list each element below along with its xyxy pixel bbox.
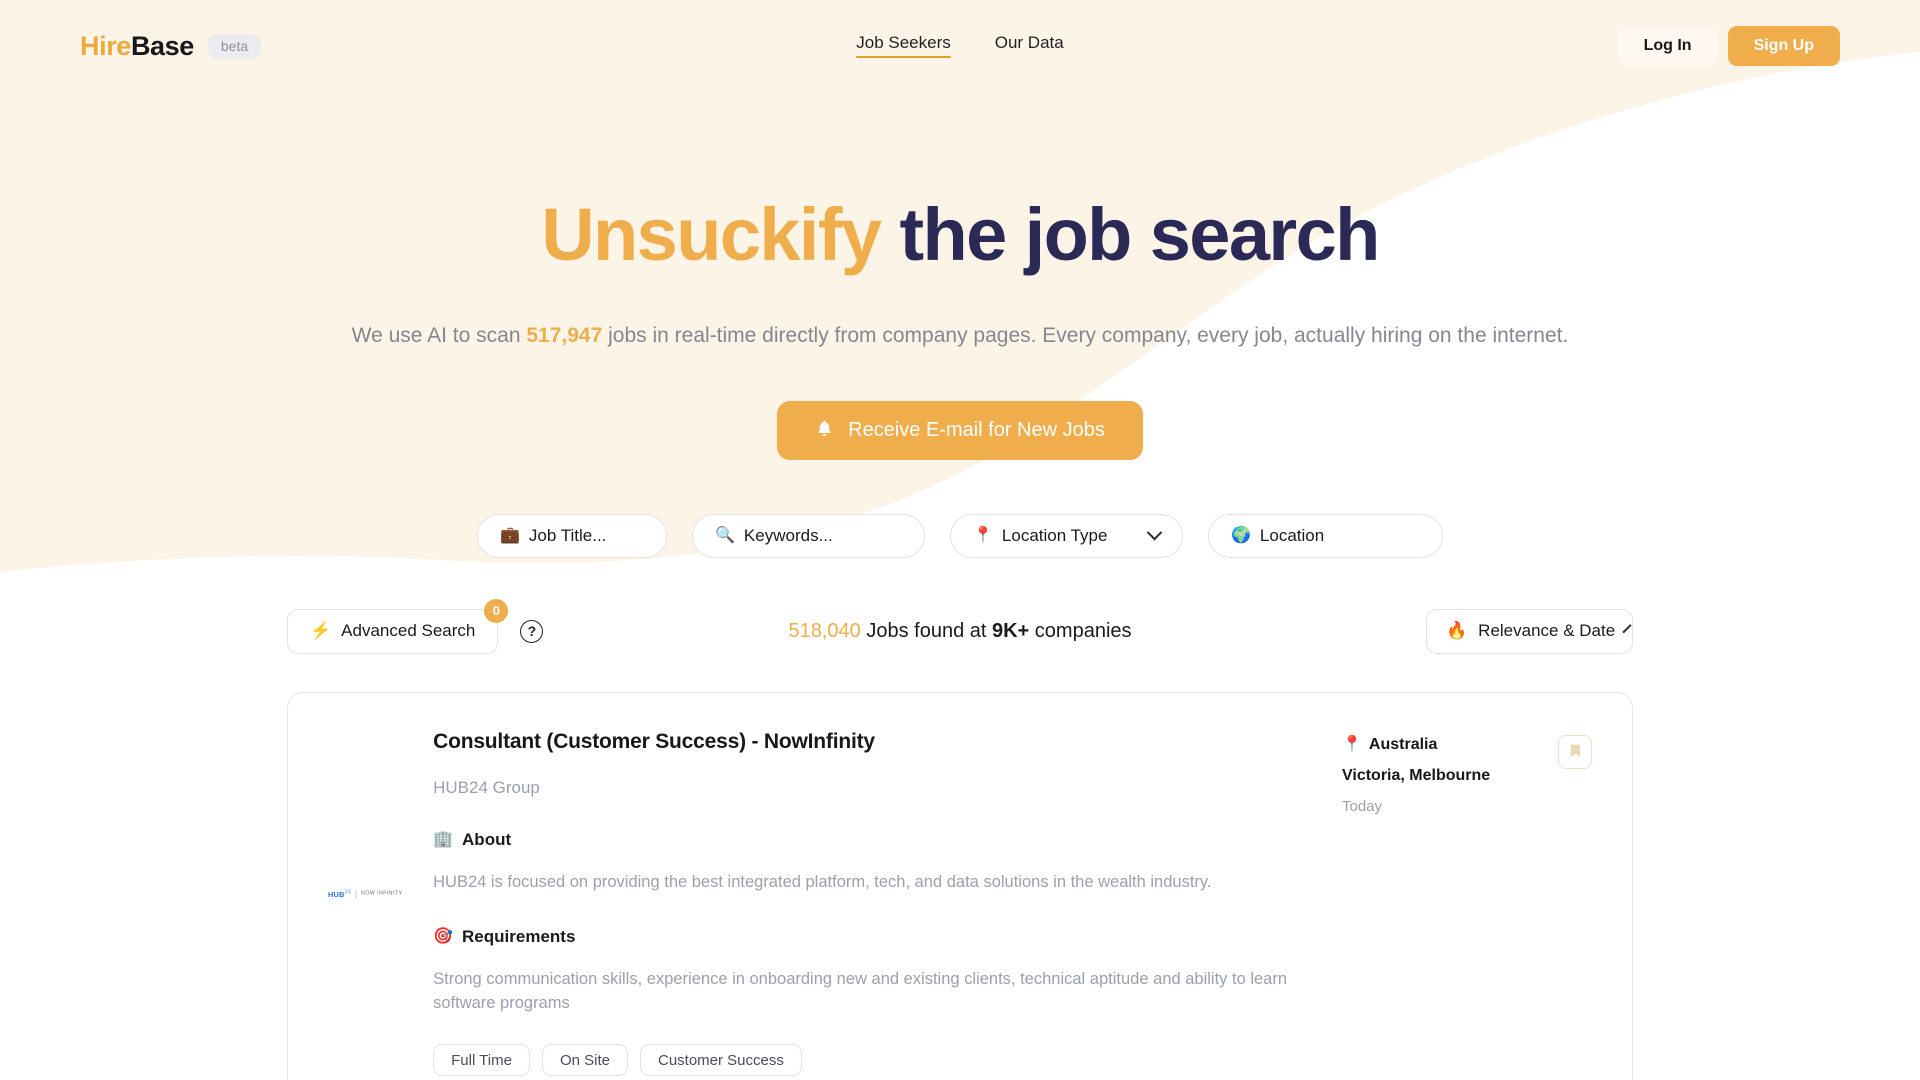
site-header: HireBase beta Job Seekers Our Data Log I… xyxy=(0,0,1920,92)
brand-wordmark: HireBase xyxy=(80,30,194,61)
magnifier-icon: 🔍 xyxy=(715,526,735,544)
bell-icon xyxy=(815,419,834,442)
requirements-section-heading: 🎯 Requirements xyxy=(433,927,1318,947)
job-tag[interactable]: Customer Success xyxy=(639,1044,802,1076)
job-card-body: Consultant (Customer Success) - NowInfin… xyxy=(433,729,1318,1076)
location-type-label: Location Type xyxy=(1001,525,1108,545)
results-count-suffix: companies xyxy=(1029,619,1132,642)
advanced-search-wrapper: ⚡ Advanced Search 0 xyxy=(287,598,509,654)
keywords-input[interactable]: 🔍 Keywords... xyxy=(692,513,925,558)
sort-select-label: Relevance & Date xyxy=(1478,621,1616,641)
job-card[interactable]: HUB24 NOW INFINITY Consultant (Customer … xyxy=(287,691,1633,1080)
company-logo-mark: HUB24 xyxy=(328,889,352,899)
target-icon: 🎯 xyxy=(433,927,454,945)
map-pin-icon: 📍 xyxy=(973,526,993,544)
hero-cta-wrapper: Receive E-mail for New Jobs xyxy=(0,400,1920,460)
location-type-select[interactable]: 📍 Location Type xyxy=(950,513,1183,558)
bookmark-button[interactable] xyxy=(1558,734,1592,769)
company-logo-sublabel: NOW INFINITY xyxy=(361,890,403,896)
search-bar: 💼 Job Title... 🔍 Keywords... 📍 Location … xyxy=(0,513,1920,558)
keywords-placeholder: Keywords... xyxy=(743,525,833,545)
briefcase-icon: 💼 xyxy=(500,526,520,544)
lightning-icon: ⚡ xyxy=(310,621,332,641)
beta-badge: beta xyxy=(207,33,262,59)
job-company-name[interactable]: HUB24 Group xyxy=(433,778,1318,798)
brand-name-second: Base xyxy=(130,30,194,61)
hero-title-accent: Unsuckify xyxy=(541,193,882,276)
about-heading-label: About xyxy=(462,829,512,849)
building-icon: 🏢 xyxy=(433,830,454,848)
header-actions: Log In Sign Up xyxy=(1617,26,1840,66)
chevron-down-icon xyxy=(1622,623,1632,633)
hero-jobs-scanned-count: 517,947 xyxy=(526,324,603,348)
job-title[interactable]: Consultant (Customer Success) - NowInfin… xyxy=(433,729,1318,754)
receive-email-button[interactable]: Receive E-mail for New Jobs xyxy=(777,400,1143,460)
map-pin-icon: 📍 xyxy=(1342,735,1362,753)
job-results-list: HUB24 NOW INFINITY Consultant (Customer … xyxy=(287,691,1633,1080)
job-location-block: 📍 Australia Victoria, Melbourne Today xyxy=(1342,735,1544,815)
results-count-mid: Jobs found at xyxy=(860,619,992,642)
job-country: 📍 Australia xyxy=(1342,735,1544,754)
hero-subtitle-after: jobs in real-time directly from company … xyxy=(602,324,1569,348)
company-logo: HUB24 NOW INFINITY xyxy=(328,729,409,1076)
nav-item-our-data[interactable]: Our Data xyxy=(995,34,1064,58)
hero-title-rest: the job search xyxy=(880,193,1380,276)
bookmark-icon xyxy=(1568,742,1583,762)
job-tag[interactable]: On Site xyxy=(541,1044,628,1076)
job-meta: 📍 Australia Victoria, Melbourne Today xyxy=(1342,729,1592,1076)
receive-email-button-label: Receive E-mail for New Jobs xyxy=(848,418,1105,441)
sort-select[interactable]: 🔥 Relevance & Date xyxy=(1426,608,1633,654)
job-title-input[interactable]: 💼 Job Title... xyxy=(477,513,667,558)
advanced-search-label: Advanced Search xyxy=(341,621,476,641)
job-title-placeholder: Job Title... xyxy=(528,525,607,545)
job-region: Victoria, Melbourne xyxy=(1342,766,1491,784)
about-section-text: HUB24 is focused on providing the best i… xyxy=(433,872,1212,891)
hero-section: Unsuckify the job search We use AI to sc… xyxy=(0,92,1920,460)
requirements-section-text: Strong communication skills, experience … xyxy=(433,969,1288,1013)
nav-item-job-seekers[interactable]: Job Seekers xyxy=(856,34,951,58)
hub24-logo: HUB24 NOW INFINITY xyxy=(328,739,403,1049)
job-tag[interactable]: Full Time xyxy=(433,1044,530,1076)
job-tags: Full Time On Site Customer Success xyxy=(433,1044,1318,1076)
job-posted-date: Today xyxy=(1342,797,1383,815)
hero-subtitle-before: We use AI to scan xyxy=(351,324,527,348)
requirements-heading-label: Requirements xyxy=(462,926,576,946)
brand-logo[interactable]: HireBase beta xyxy=(80,30,262,61)
fire-icon: 🔥 xyxy=(1446,621,1468,641)
globe-icon: 🌍 xyxy=(1231,526,1251,544)
job-country-label: Australia xyxy=(1368,735,1438,753)
company-logo-sup: 24 xyxy=(344,889,352,895)
results-controls: ⚡ Advanced Search 0 ? 518,040 Jobs found… xyxy=(287,598,1633,654)
chevron-down-icon xyxy=(1146,524,1163,541)
results-company-count: 9K+ xyxy=(991,619,1030,642)
advanced-search-count-badge: 0 xyxy=(484,598,509,623)
login-button[interactable]: Log In xyxy=(1617,26,1718,66)
brand-name-first: Hire xyxy=(80,30,131,61)
logo-divider xyxy=(355,889,357,899)
results-count-number: 518,040 xyxy=(788,619,861,642)
help-icon[interactable]: ? xyxy=(520,619,544,643)
about-section-heading: 🏢 About xyxy=(433,830,1318,850)
hero-subtitle: We use AI to scan 517,947 jobs in real-t… xyxy=(315,319,1605,352)
page-title: Unsuckify the job search xyxy=(0,194,1920,275)
location-input[interactable]: 🌍 Location xyxy=(1208,513,1443,558)
location-placeholder: Location xyxy=(1259,525,1325,545)
advanced-search-button[interactable]: ⚡ Advanced Search xyxy=(287,608,499,654)
signup-button[interactable]: Sign Up xyxy=(1727,26,1840,66)
